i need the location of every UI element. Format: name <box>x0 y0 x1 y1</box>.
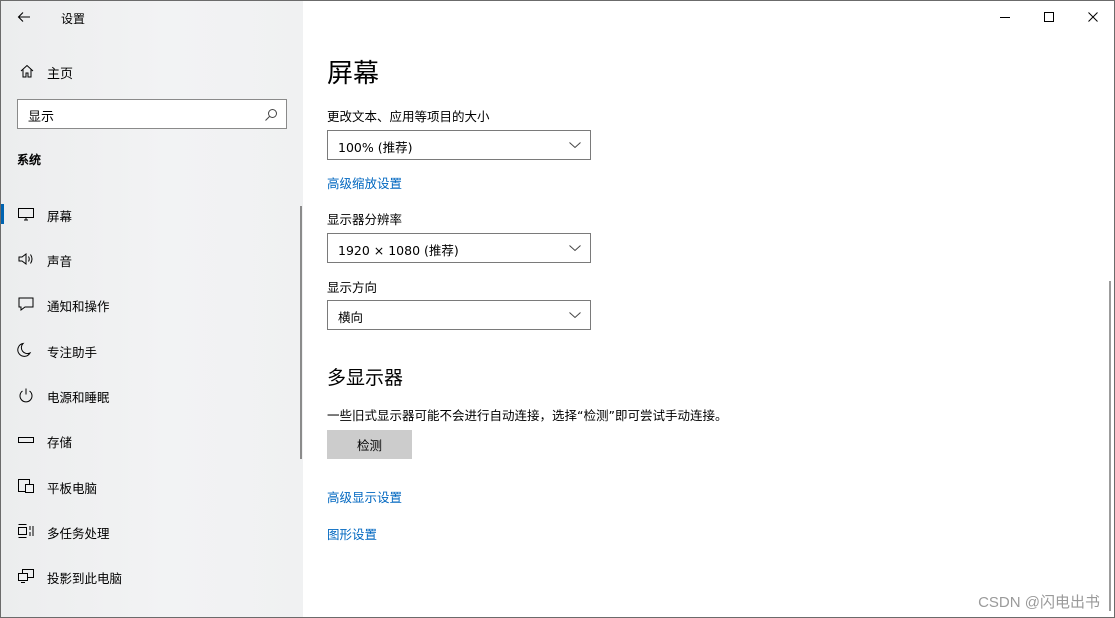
moon-icon <box>17 342 32 357</box>
sidebar-item-label: 主页 <box>47 67 74 82</box>
chevron-down-icon <box>569 312 581 319</box>
title-bar: 设置 <box>1 1 303 35</box>
graphics-settings-link[interactable]: 图形设置 <box>327 524 377 543</box>
detect-button[interactable]: 检测 <box>327 430 412 459</box>
sidebar-item-label: 专注助手 <box>47 345 98 360</box>
scale-dropdown[interactable]: 100% (推荐) <box>327 130 591 160</box>
multi-display-description: 一些旧式显示器可能不会进行自动连接，选择“检测”即可尝试手动连接。 <box>327 408 728 423</box>
close-icon <box>1088 12 1098 22</box>
content-scrollbar[interactable] <box>1109 281 1111 611</box>
minimize-icon <box>1000 17 1010 18</box>
sidebar-item-label: 投影到此电脑 <box>47 571 123 586</box>
speaker-icon <box>18 253 33 265</box>
multi-display-title: 多显示器 <box>327 367 404 389</box>
resolution-dropdown[interactable]: 1920 × 1080 (推荐) <box>327 233 591 263</box>
sidebar-item-label: 平板电脑 <box>47 481 98 496</box>
sidebar-item-storage[interactable]: 存储 <box>1 422 297 458</box>
sidebar-item-power[interactable]: 电源和睡眠 <box>1 377 297 413</box>
back-arrow-icon <box>17 12 30 22</box>
storage-icon <box>18 437 34 443</box>
power-icon <box>19 388 33 403</box>
watermark: CSDN @闪电出书 <box>978 594 1100 611</box>
tablet-icon <box>18 479 34 493</box>
sidebar-item-label: 电源和睡眠 <box>47 390 110 405</box>
sidebar-item-label: 声音 <box>47 254 73 269</box>
sidebar-item-home[interactable]: 主页 <box>1 55 303 87</box>
settings-window: 设置 主页 显示 系统 屏幕 声音 通知和操作 专注助手 电源和睡眠 存储 平板… <box>0 0 1115 618</box>
sidebar-item-label: 屏幕 <box>47 209 73 224</box>
multitask-icon <box>18 524 34 538</box>
sidebar-item-label: 存储 <box>47 435 73 450</box>
chevron-down-icon <box>569 142 581 149</box>
page-title: 屏幕 <box>327 59 380 89</box>
advanced-display-link[interactable]: 高级显示设置 <box>327 487 402 506</box>
home-icon <box>20 64 34 78</box>
resolution-label: 显示器分辨率 <box>327 212 403 227</box>
sidebar-item-label: 多任务处理 <box>47 526 110 541</box>
maximize-button[interactable] <box>1029 3 1069 31</box>
sidebar-item-label: 通知和操作 <box>47 299 110 314</box>
sidebar-item-tablet[interactable]: 平板电脑 <box>1 468 297 504</box>
advanced-scaling-link[interactable]: 高级缩放设置 <box>327 173 402 192</box>
scale-label: 更改文本、应用等项目的大小 <box>327 109 490 124</box>
sidebar-item-sound[interactable]: 声音 <box>1 241 297 277</box>
maximize-icon <box>1044 12 1054 22</box>
close-button[interactable] <box>1073 3 1113 31</box>
orientation-value: 横向 <box>338 310 364 325</box>
sidebar-item-notifications[interactable]: 通知和操作 <box>1 286 297 322</box>
scale-value: 100% (推荐) <box>338 140 413 155</box>
orientation-label: 显示方向 <box>327 280 378 295</box>
app-title: 设置 <box>61 12 86 26</box>
chevron-down-icon <box>569 245 581 252</box>
minimize-button[interactable] <box>985 3 1025 31</box>
notification-icon <box>18 297 34 311</box>
sidebar-item-project-to-pc[interactable]: 投影到此电脑 <box>1 558 297 594</box>
resolution-value: 1920 × 1080 (推荐) <box>338 243 459 258</box>
sidebar-item-display[interactable]: 屏幕 <box>1 196 297 232</box>
search-icon[interactable] <box>264 108 278 122</box>
search-input[interactable]: 显示 <box>17 99 287 129</box>
sidebar-item-focus-assist[interactable]: 专注助手 <box>1 332 297 368</box>
main-content: 屏幕 更改文本、应用等项目的大小 100% (推荐) 高级缩放设置 显示器分辨率… <box>303 1 1114 617</box>
sidebar-item-multitasking[interactable]: 多任务处理 <box>1 513 297 549</box>
orientation-dropdown[interactable]: 横向 <box>327 300 591 330</box>
back-button[interactable] <box>11 5 37 29</box>
monitor-icon <box>18 208 34 221</box>
sidebar: 设置 主页 显示 系统 屏幕 声音 通知和操作 专注助手 电源和睡眠 存储 平板… <box>1 1 303 617</box>
selection-indicator <box>1 204 4 224</box>
section-title: 系统 <box>17 153 42 167</box>
sidebar-scrollbar[interactable] <box>300 206 302 459</box>
project-icon <box>18 569 34 583</box>
search-value: 显示 <box>28 110 55 125</box>
